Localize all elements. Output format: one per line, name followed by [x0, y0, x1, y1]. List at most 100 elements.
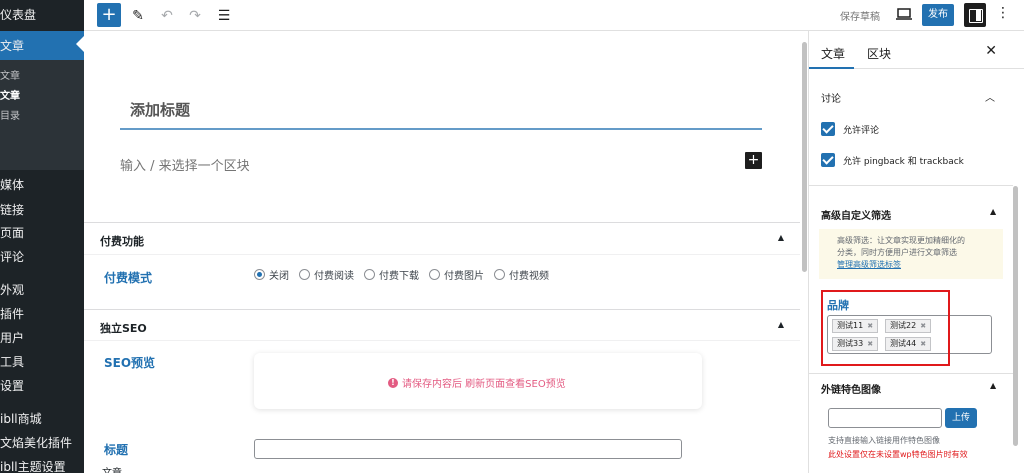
- radio-paid-image[interactable]: 付费图片: [429, 267, 484, 282]
- manage-filter-link[interactable]: 管理高级筛选标签: [837, 259, 993, 271]
- checkbox-checked: [821, 122, 835, 136]
- submenu-categories[interactable]: 目录: [0, 107, 20, 122]
- menu-theme-settings[interactable]: ibll主题设置: [0, 458, 66, 473]
- seo-title-label: 标题: [104, 443, 129, 457]
- block-appender[interactable]: 输入 / 来选择一个区块: [120, 155, 250, 174]
- pencil-icon: ✎: [132, 8, 144, 24]
- menu-media[interactable]: 媒体: [0, 176, 24, 193]
- redo-button[interactable]: ↷: [185, 6, 205, 26]
- settings-tabs: 文章 区块 ✕: [809, 31, 1024, 69]
- external-image-url-input[interactable]: [828, 408, 942, 428]
- inline-block-inserter[interactable]: +: [745, 152, 762, 169]
- radio-dot: [299, 269, 310, 280]
- seo-preview-message: ! 请保存内容后 刷新页面查看SEO预览: [388, 375, 566, 390]
- redo-icon: ↷: [189, 8, 201, 24]
- remove-tag-icon[interactable]: ✖: [867, 322, 873, 330]
- list-icon: ☰: [217, 8, 231, 24]
- editor-toolbar: + ✎ ↶ ↷ ☰ 保存草稿 发布 ⋮: [84, 0, 1024, 31]
- collapse-up-icon[interactable]: ▲: [778, 320, 784, 329]
- radio-paid-video[interactable]: 付费视频: [494, 267, 549, 282]
- checkbox-checked: [821, 153, 835, 167]
- metabox-area: 付费功能 ▲ 付费模式 关闭 付费阅读 付费下载 付费图片 付费视频 独立SEO…: [84, 222, 800, 473]
- submenu-all-posts[interactable]: 文章: [0, 67, 20, 82]
- radio-paid-download[interactable]: 付费下载: [364, 267, 419, 282]
- radio-off[interactable]: 关闭: [254, 267, 289, 282]
- tab-post[interactable]: 文章: [821, 45, 845, 62]
- external-image-warning: 此处设置仅在未设置wp特色图片时有效: [828, 450, 968, 459]
- radio-dot: [429, 269, 440, 280]
- publish-button[interactable]: 发布: [922, 4, 954, 26]
- remove-tag-icon[interactable]: ✖: [867, 340, 873, 348]
- advanced-filter-notice: 高级筛选：让文章实现更加精细化的 分类，同时方便用户进行文章筛选 管理高级筛选标…: [819, 229, 1003, 279]
- tag-chip[interactable]: 测试11 ✖: [832, 319, 879, 333]
- menu-posts[interactable]: 文章: [0, 31, 84, 61]
- tag-chip[interactable]: 测试44 ✖: [885, 337, 932, 351]
- tools-button[interactable]: ✎: [128, 6, 148, 26]
- divider: [809, 373, 1013, 374]
- desktop-icon: [897, 8, 911, 18]
- menu-comments[interactable]: 评论: [0, 248, 24, 265]
- plus-icon: +: [747, 152, 760, 168]
- menu-store[interactable]: ibll商城: [0, 410, 42, 427]
- document-outline-button[interactable]: ☰: [214, 6, 234, 26]
- menu-tools[interactable]: 工具: [0, 353, 24, 370]
- editor-scrollbar[interactable]: [802, 42, 807, 272]
- discussion-title[interactable]: 讨论: [821, 90, 841, 105]
- warning-icon: !: [388, 377, 398, 388]
- brand-tag-input[interactable]: 测试11 ✖ 测试22 ✖ 测试33 ✖ 测试44 ✖: [827, 315, 992, 354]
- menu-plugins[interactable]: 插件: [0, 305, 24, 322]
- upload-button[interactable]: 上传: [945, 408, 977, 428]
- tag-chip[interactable]: 测试33 ✖: [832, 337, 879, 351]
- allow-pingbacks-checkbox[interactable]: 允许 pingback 和 trackback: [821, 153, 964, 167]
- menu-dashboard[interactable]: 仪表盘: [0, 6, 36, 23]
- posts-submenu: 文章 文章 目录: [0, 60, 84, 170]
- block-inserter-button[interactable]: +: [97, 3, 121, 27]
- more-options-button[interactable]: ⋮: [996, 5, 1010, 21]
- seo-metabox-header[interactable]: 独立SEO ▲: [84, 309, 800, 341]
- paid-metabox-title: 付费功能: [100, 235, 144, 248]
- allow-comments-checkbox[interactable]: 允许评论: [821, 122, 879, 136]
- remove-tag-icon[interactable]: ✖: [920, 340, 926, 348]
- external-image-title[interactable]: 外链特色图像: [821, 381, 881, 396]
- radio-paid-read[interactable]: 付费阅读: [299, 267, 354, 282]
- post-title-input[interactable]: 添加标题: [130, 99, 190, 120]
- chevron-up-icon[interactable]: ︿: [985, 89, 995, 104]
- tab-block[interactable]: 区块: [867, 45, 891, 62]
- menu-appearance[interactable]: 外观: [0, 281, 24, 298]
- save-draft-button[interactable]: 保存草稿: [840, 8, 880, 23]
- submenu-new-post[interactable]: 文章: [0, 87, 20, 102]
- more-vertical-icon: ⋮: [996, 5, 1010, 21]
- settings-scrollbar[interactable]: [1013, 186, 1018, 446]
- seo-preview-box: ! 请保存内容后 刷新页面查看SEO预览: [254, 353, 702, 409]
- menu-users[interactable]: 用户: [0, 329, 24, 346]
- paid-metabox-header[interactable]: 付费功能 ▲: [84, 223, 800, 255]
- current-menu-arrow: [76, 36, 84, 52]
- collapse-up-icon[interactable]: ▲: [990, 207, 996, 216]
- active-tab-indicator: [809, 67, 854, 69]
- footer-breadcrumb[interactable]: 文章: [102, 464, 122, 473]
- undo-icon: ↶: [161, 8, 173, 24]
- collapse-up-icon[interactable]: ▲: [990, 381, 996, 390]
- advanced-filter-title[interactable]: 高级自定义筛选: [821, 207, 891, 222]
- remove-tag-icon[interactable]: ✖: [920, 322, 926, 330]
- preview-button[interactable]: [896, 8, 912, 20]
- seo-title-input[interactable]: [254, 439, 682, 459]
- paid-mode-radio-group: 关闭 付费阅读 付费下载 付费图片 付费视频: [254, 267, 549, 282]
- collapse-up-icon[interactable]: ▲: [778, 233, 784, 242]
- menu-pages[interactable]: 页面: [0, 224, 24, 241]
- radio-dot: [254, 269, 265, 280]
- seo-metabox-title: 独立SEO: [100, 322, 147, 335]
- menu-settings[interactable]: 设置: [0, 377, 24, 394]
- settings-sidebar: 文章 区块 ✕ 讨论 ︿ 允许评论 允许 pingback 和 trackbac…: [808, 31, 1024, 473]
- close-icon[interactable]: ✕: [985, 43, 997, 59]
- tag-chip[interactable]: 测试22 ✖: [885, 319, 932, 333]
- admin-sidebar: 仪表盘 文章 文章 文章 目录 媒体 链接 页面 评论 外观 插件 用户 工具 …: [0, 0, 84, 473]
- title-focus-line: [120, 128, 762, 130]
- settings-toggle-button[interactable]: [964, 3, 986, 27]
- menu-links[interactable]: 链接: [0, 201, 24, 218]
- radio-dot: [494, 269, 505, 280]
- brand-label: 品牌: [827, 299, 849, 312]
- menu-beautify[interactable]: 文焰美化插件: [0, 434, 72, 451]
- paid-mode-label: 付费模式: [104, 271, 153, 285]
- undo-button[interactable]: ↶: [157, 6, 177, 26]
